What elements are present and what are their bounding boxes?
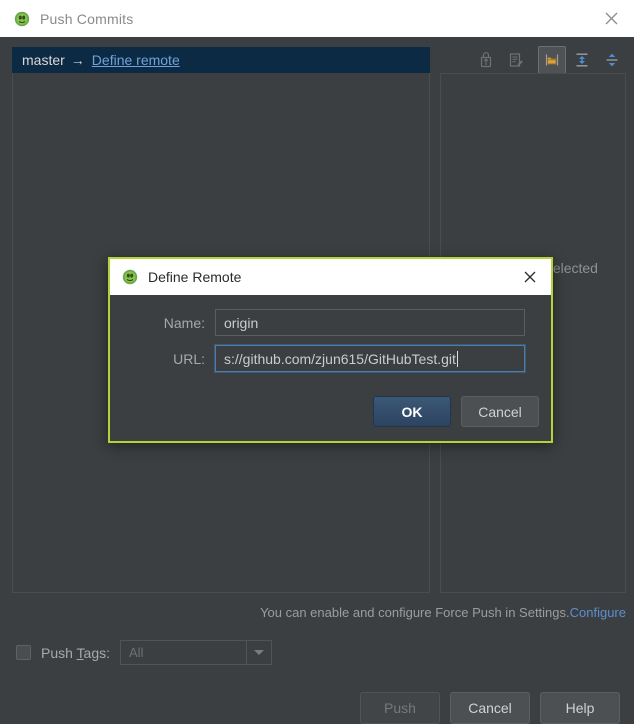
dialog-body: Name: origin URL: s://github.com/zjun615… [110,295,551,441]
close-icon[interactable] [509,259,551,295]
remote-name-field-row: Name: origin [110,309,551,336]
define-remote-dialog: Define Remote Name: origin URL: s://gith… [108,257,553,443]
git-logo-icon [122,269,138,285]
push-tags-label-mnemonic: T [76,644,84,661]
expand-all-icon[interactable] [568,46,596,74]
window-title: Push Commits [40,10,134,27]
dialog-button-row: OK Cancel [373,396,539,427]
remote-name-label: Name: [163,314,205,331]
remote-name-input[interactable]: origin [215,309,525,336]
remote-name-input-value: origin [224,314,259,331]
remote-url-input-value: s://github.com/zjun615/GitHubTest.git [224,350,456,367]
dialog-cancel-button[interactable]: Cancel [461,396,539,427]
push-tags-label-pre: Push [41,644,77,661]
close-icon[interactable] [588,0,634,37]
push-tags-label-post: ags: [83,644,111,661]
cherry-pick-icon[interactable] [472,46,500,74]
top-row: master → Define remote [0,37,634,74]
define-remote-link[interactable]: Define remote [92,52,180,68]
text-caret [456,350,458,367]
edit-commit-icon[interactable] [502,46,530,74]
remote-url-input[interactable]: s://github.com/zjun615/GitHubTest.git [215,345,525,372]
show-directories-icon[interactable] [538,46,566,74]
push-tags-row: Push Tags: All [16,640,273,665]
configure-link[interactable]: Configure [570,605,626,620]
force-push-hint: You can enable and configure Force Push … [260,605,626,620]
arrow-icon: → [70,52,85,68]
footer-button-row: Push Cancel Help [360,692,620,724]
commits-toolbar [472,46,626,74]
force-push-hint-text: You can enable and configure Force Push … [260,605,570,620]
help-button[interactable]: Help [540,692,620,724]
dialog-titlebar: Define Remote [110,259,551,295]
push-button[interactable]: Push [360,692,440,724]
collapse-all-icon[interactable] [598,46,626,74]
ok-button[interactable]: OK [373,396,451,427]
push-tags-label: Push Tags: [41,645,110,661]
remote-url-label: URL: [173,350,205,367]
window-titlebar: Push Commits [0,0,634,37]
push-tags-checkbox[interactable] [16,645,31,660]
chevron-down-icon[interactable] [246,641,271,664]
remote-url-field-row: URL: s://github.com/zjun615/GitHubTest.g… [110,345,551,372]
cancel-button[interactable]: Cancel [450,692,530,724]
push-tags-combobox-value: All [129,645,144,660]
push-tags-combobox[interactable]: All [120,640,273,665]
source-branch: master [22,52,65,68]
git-logo-icon [14,11,30,27]
dialog-title: Define Remote [148,269,242,285]
branch-bar[interactable]: master → Define remote [12,47,430,73]
